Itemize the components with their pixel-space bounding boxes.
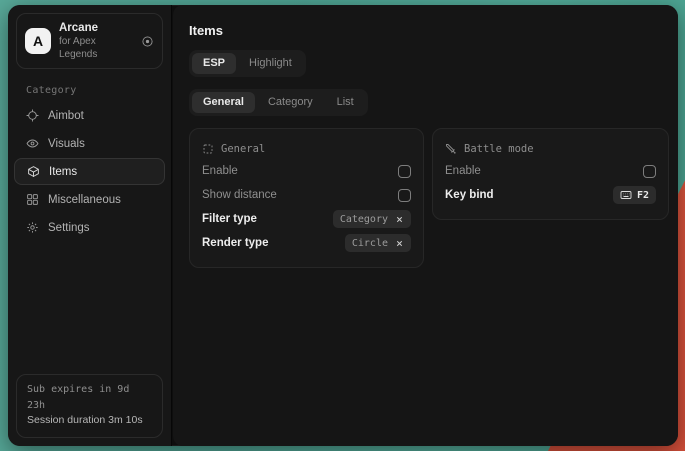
main-content: Items ESP Highlight General Category Lis…: [173, 5, 678, 446]
target-icon[interactable]: [141, 35, 154, 48]
battle-mode-panel: Battle mode Enable Key bind F2: [432, 128, 669, 220]
sidebar-item-visuals[interactable]: Visuals: [8, 130, 171, 157]
battle-mode-panel-header: Battle mode: [445, 139, 656, 159]
general-panel: General Enable Show distance Filter type…: [189, 128, 424, 268]
mode-tabs: ESP Highlight: [189, 50, 306, 77]
sub-expiry-text: Sub expires in 9d 23h: [27, 382, 152, 413]
panels-row: General Enable Show distance Filter type…: [189, 128, 669, 268]
sidebar-spacer: [8, 241, 171, 366]
tab-esp[interactable]: ESP: [192, 53, 236, 74]
crosshair-icon: [26, 109, 39, 122]
setting-row-key-bind: Key bind F2: [445, 183, 656, 207]
sidebar-item-aimbot[interactable]: Aimbot: [8, 102, 171, 129]
setting-label: Enable: [445, 165, 481, 177]
filter-type-value: Category: [340, 214, 388, 225]
tab-list[interactable]: List: [326, 92, 365, 113]
setting-label: Key bind: [445, 189, 494, 201]
sidebar-item-settings[interactable]: Settings: [8, 214, 171, 241]
tab-general[interactable]: General: [192, 92, 255, 113]
battle-enable-checkbox[interactable]: [643, 165, 656, 178]
tab-category[interactable]: Category: [257, 92, 324, 113]
setting-row-filter-type: Filter type Category: [202, 207, 411, 231]
session-duration-text: Session duration 3m 10s: [27, 413, 152, 429]
setting-label: Enable: [202, 165, 238, 177]
sidebar-item-label: Miscellaneous: [48, 194, 121, 206]
setting-row-render-type: Render type Circle: [202, 231, 411, 255]
brand-card: A Arcane for Apex Legends: [16, 13, 163, 69]
eye-icon: [26, 137, 39, 150]
brand-text: Arcane for Apex Legends: [59, 21, 133, 61]
subscription-status-card: Sub expires in 9d 23h Session duration 3…: [16, 374, 163, 438]
gear-icon: [26, 221, 39, 234]
sidebar-item-label: Settings: [48, 222, 90, 234]
enable-checkbox[interactable]: [398, 165, 411, 178]
app-name: Arcane: [59, 21, 133, 35]
sidebar-item-items[interactable]: Items: [14, 158, 165, 185]
general-panel-header: General: [202, 139, 411, 159]
setting-row-enable: Enable: [202, 159, 411, 183]
sidebar-item-label: Aimbot: [48, 110, 84, 122]
view-tabs: General Category List: [189, 89, 368, 116]
swords-icon: [445, 143, 457, 155]
render-type-value: Circle: [352, 238, 388, 249]
key-bind-value: F2: [637, 190, 649, 201]
show-distance-checkbox[interactable]: [398, 189, 411, 202]
tab-highlight[interactable]: Highlight: [238, 53, 303, 74]
package-icon: [27, 165, 40, 178]
setting-label: Render type: [202, 237, 268, 249]
category-label: Category: [26, 85, 171, 96]
setting-row-battle-enable: Enable: [445, 159, 656, 183]
sidebar: A Arcane for Apex Legends Category A: [8, 5, 172, 446]
app-subtitle: for Apex Legends: [59, 35, 133, 61]
render-type-tag[interactable]: Circle: [345, 234, 411, 252]
filter-type-tag[interactable]: Category: [333, 210, 411, 228]
sidebar-item-miscellaneous[interactable]: Miscellaneous: [8, 186, 171, 213]
sidebar-item-label: Visuals: [48, 138, 85, 150]
setting-row-show-distance: Show distance: [202, 183, 411, 207]
app-logo-letter: A: [33, 33, 43, 49]
sidebar-nav: Aimbot Visuals Items: [8, 102, 171, 241]
grid-icon: [26, 193, 39, 206]
key-bind-button[interactable]: F2: [613, 186, 656, 204]
app-logo: A: [25, 28, 51, 54]
keyboard-icon: [620, 189, 632, 201]
sidebar-item-label: Items: [49, 166, 77, 178]
arcane-window: A Arcane for Apex Legends Category A: [8, 5, 678, 446]
remove-tag-icon[interactable]: [395, 239, 404, 248]
box-select-icon: [202, 143, 214, 155]
general-panel-title: General: [221, 143, 265, 155]
remove-tag-icon[interactable]: [395, 215, 404, 224]
page-title: Items: [189, 23, 669, 38]
setting-label: Filter type: [202, 213, 257, 225]
setting-label: Show distance: [202, 189, 277, 201]
battle-mode-panel-title: Battle mode: [464, 143, 534, 155]
